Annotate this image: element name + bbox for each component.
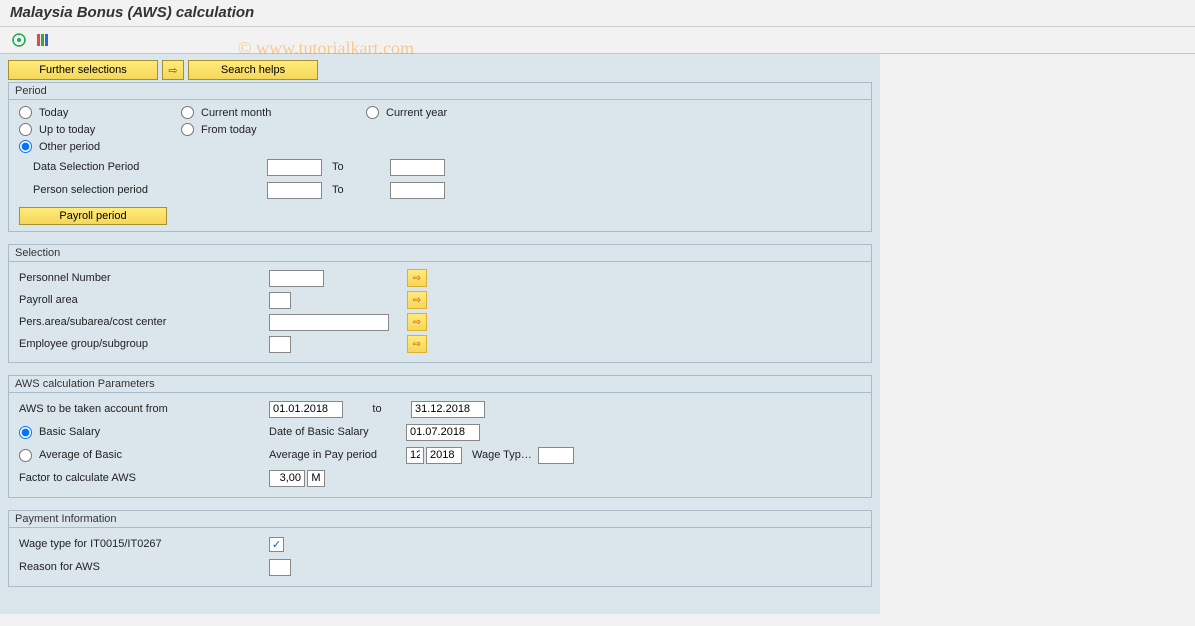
radio-utt-label: Up to today	[39, 124, 95, 136]
wage-typ-label: Wage Typ…	[472, 449, 532, 461]
factor-unit-input[interactable]	[307, 470, 325, 487]
aws-params-title: AWS calculation Parameters	[9, 376, 871, 393]
radio-cy-label: Current year	[386, 107, 447, 119]
top-button-row: Further selections ⇨ Search helps	[8, 60, 872, 80]
payment-group: Payment Information Wage type for IT0015…	[8, 510, 872, 587]
aws-params-group: AWS calculation Parameters AWS to be tak…	[8, 375, 872, 498]
period-title: Period	[9, 83, 871, 100]
reason-label: Reason for AWS	[19, 561, 269, 573]
avg-month-input[interactable]	[406, 447, 424, 464]
person-sel-to-input[interactable]	[390, 182, 445, 199]
personnel-number-more-icon[interactable]: ⇨	[407, 269, 427, 287]
payment-title: Payment Information	[9, 511, 871, 528]
wage-type-label: Wage type for IT0015/IT0267	[19, 538, 269, 550]
data-sel-from-input[interactable]	[267, 159, 322, 176]
radio-uptotoday[interactable]: Up to today	[19, 123, 181, 136]
page-title: Malaysia Bonus (AWS) calculation	[10, 4, 254, 21]
radio-ft-label: From today	[201, 124, 257, 136]
to-label-2: To	[322, 184, 390, 196]
radio-basic-salary[interactable]: Basic Salary	[19, 426, 269, 439]
content-area: Further selections ⇨ Search helps Period…	[0, 54, 880, 614]
person-sel-from-input[interactable]	[267, 182, 322, 199]
person-sel-label: Person selection period	[19, 184, 267, 196]
radio-today[interactable]: Today	[19, 106, 181, 119]
app-toolbar	[0, 27, 1195, 54]
payroll-area-label: Payroll area	[19, 294, 269, 306]
basic-salary-label: Basic Salary	[39, 426, 100, 438]
data-sel-to-input[interactable]	[390, 159, 445, 176]
factor-input[interactable]	[269, 470, 305, 487]
wage-type-checkbox[interactable]: ✓	[269, 537, 284, 552]
radio-fromtoday[interactable]: From today	[181, 123, 366, 136]
payroll-period-button[interactable]: Payroll period	[19, 207, 167, 225]
emp-group-label: Employee group/subgroup	[19, 338, 269, 350]
pers-area-input[interactable]	[269, 314, 389, 331]
title-bar: Malaysia Bonus (AWS) calculation	[0, 0, 1195, 27]
pers-area-more-icon[interactable]: ⇨	[407, 313, 427, 331]
selection-title: Selection	[9, 245, 871, 262]
selection-group: Selection Personnel Number ⇨ Payroll are…	[8, 244, 872, 363]
to-label-3: to	[343, 403, 411, 415]
aws-from-label: AWS to be taken account from	[19, 403, 269, 415]
average-basic-label: Average of Basic	[39, 449, 122, 461]
pers-area-label: Pers.area/subarea/cost center	[19, 316, 269, 328]
further-selections-button[interactable]: Further selections	[8, 60, 158, 80]
payroll-area-input[interactable]	[269, 292, 291, 309]
radio-current-month[interactable]: Current month	[181, 106, 366, 119]
radio-other-period[interactable]: Other period	[19, 140, 181, 153]
emp-group-more-icon[interactable]: ⇨	[407, 335, 427, 353]
variants-icon[interactable]	[34, 31, 52, 49]
radio-current-year[interactable]: Current year	[366, 106, 526, 119]
radio-op-label: Other period	[39, 141, 100, 153]
radio-cm-label: Current month	[201, 107, 271, 119]
reason-input[interactable]	[269, 559, 291, 576]
data-sel-label: Data Selection Period	[19, 161, 267, 173]
avg-pay-label: Average in Pay period	[269, 449, 406, 461]
execute-icon[interactable]	[10, 31, 28, 49]
emp-group-input[interactable]	[269, 336, 291, 353]
search-helps-button[interactable]: Search helps	[188, 60, 318, 80]
avg-year-input[interactable]	[426, 447, 462, 464]
arrow-right-icon[interactable]: ⇨	[162, 60, 184, 80]
personnel-number-input[interactable]	[269, 270, 324, 287]
aws-to-date-input[interactable]	[411, 401, 485, 418]
to-label-1: To	[322, 161, 390, 173]
date-basic-input[interactable]	[406, 424, 480, 441]
payroll-area-more-icon[interactable]: ⇨	[407, 291, 427, 309]
radio-average-basic[interactable]: Average of Basic	[19, 449, 269, 462]
date-basic-label: Date of Basic Salary	[269, 426, 406, 438]
wage-typ-input[interactable]	[538, 447, 574, 464]
radio-today-label: Today	[39, 107, 68, 119]
personnel-number-label: Personnel Number	[19, 272, 269, 284]
period-group: Period Today Current month Current year …	[8, 82, 872, 232]
factor-label: Factor to calculate AWS	[19, 472, 269, 484]
aws-from-date-input[interactable]	[269, 401, 343, 418]
